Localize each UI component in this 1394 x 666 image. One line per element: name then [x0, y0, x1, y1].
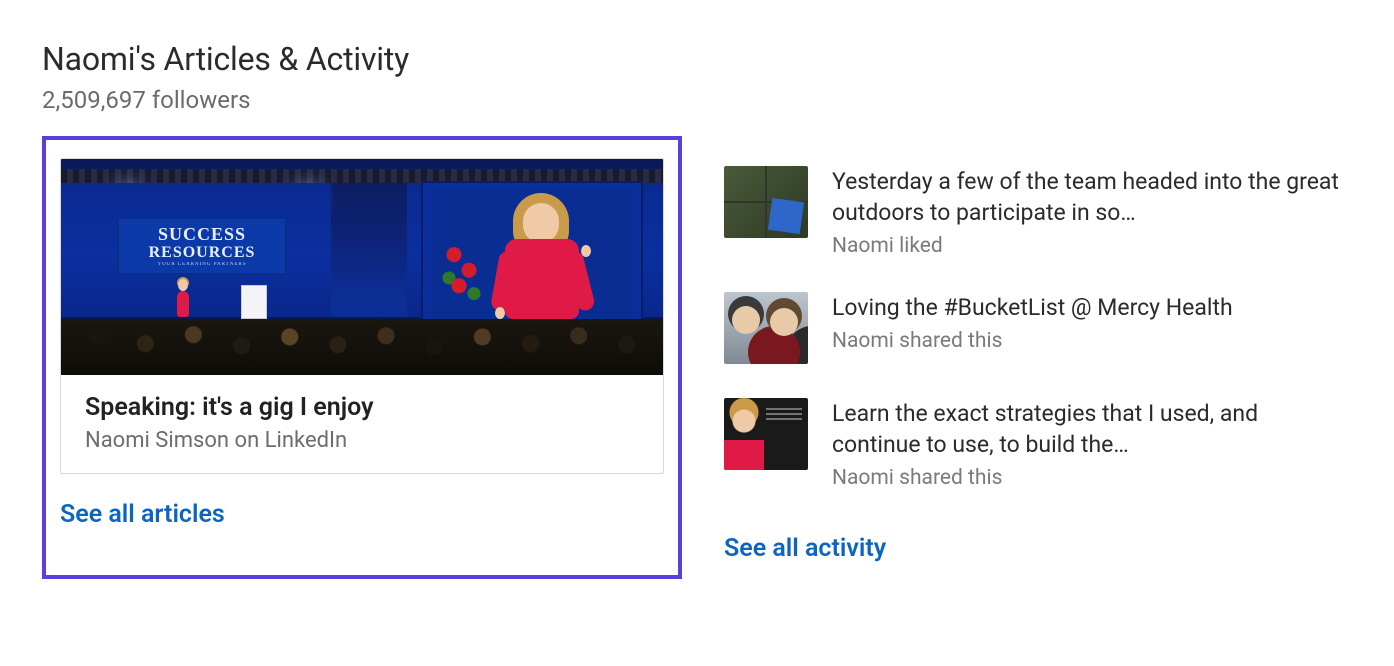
flowers-icon	[439, 239, 489, 317]
activity-item[interactable]: Learn the exact strategies that I used, …	[724, 398, 1352, 490]
sign-tagline: YOUR LEARNING PARTNERS	[157, 262, 246, 267]
section-title: Naomi's Articles & Activity	[42, 40, 1352, 78]
article-byline: Naomi Simson on LinkedIn	[85, 428, 639, 453]
article-hero-image: SUCCESS RESOURCES YOUR LEARNING PARTNERS	[61, 159, 663, 375]
activity-text: Yesterday a few of the team headed into …	[832, 166, 1352, 258]
articles-column: SUCCESS RESOURCES YOUR LEARNING PARTNERS	[42, 136, 682, 579]
activity-column: Yesterday a few of the team headed into …	[724, 136, 1352, 579]
stage-lightbox	[241, 285, 267, 319]
activity-thumbnail	[724, 398, 808, 470]
activity-thumbnail	[724, 292, 808, 364]
activity-action: Naomi liked	[832, 234, 1352, 258]
activity-title: Loving the #BucketList @ Mercy Health	[832, 292, 1352, 323]
jumbo-screen	[421, 181, 643, 331]
activity-item[interactable]: Yesterday a few of the team headed into …	[724, 166, 1352, 258]
presenter-figure	[491, 193, 591, 331]
stage-sign: SUCCESS RESOURCES YOUR LEARNING PARTNERS	[117, 217, 287, 275]
audience-crowd	[61, 319, 663, 375]
see-all-activity-link[interactable]: See all activity	[724, 534, 1352, 563]
followers-count: 2,509,697 followers	[42, 86, 1352, 114]
activity-item[interactable]: Loving the #BucketList @ Mercy Health Na…	[724, 292, 1352, 364]
see-all-articles-link[interactable]: See all articles	[60, 500, 678, 529]
article-title: Speaking: it's a gig I enjoy	[85, 393, 639, 422]
activity-action: Naomi shared this	[832, 329, 1352, 353]
activity-title: Yesterday a few of the team headed into …	[832, 166, 1352, 228]
activity-title: Learn the exact strategies that I used, …	[832, 398, 1352, 460]
activity-text: Learn the exact strategies that I used, …	[832, 398, 1352, 490]
speaker-figure	[173, 279, 193, 317]
sign-line-1: SUCCESS	[158, 225, 246, 243]
columns: SUCCESS RESOURCES YOUR LEARNING PARTNERS	[42, 136, 1352, 579]
activity-thumbnail	[724, 166, 808, 238]
activity-action: Naomi shared this	[832, 466, 1352, 490]
sign-line-2: RESOURCES	[149, 243, 256, 262]
featured-article-card[interactable]: SUCCESS RESOURCES YOUR LEARNING PARTNERS	[60, 158, 664, 474]
article-body: Speaking: it's a gig I enjoy Naomi Simso…	[61, 375, 663, 473]
activity-text: Loving the #BucketList @ Mercy Health Na…	[832, 292, 1352, 353]
